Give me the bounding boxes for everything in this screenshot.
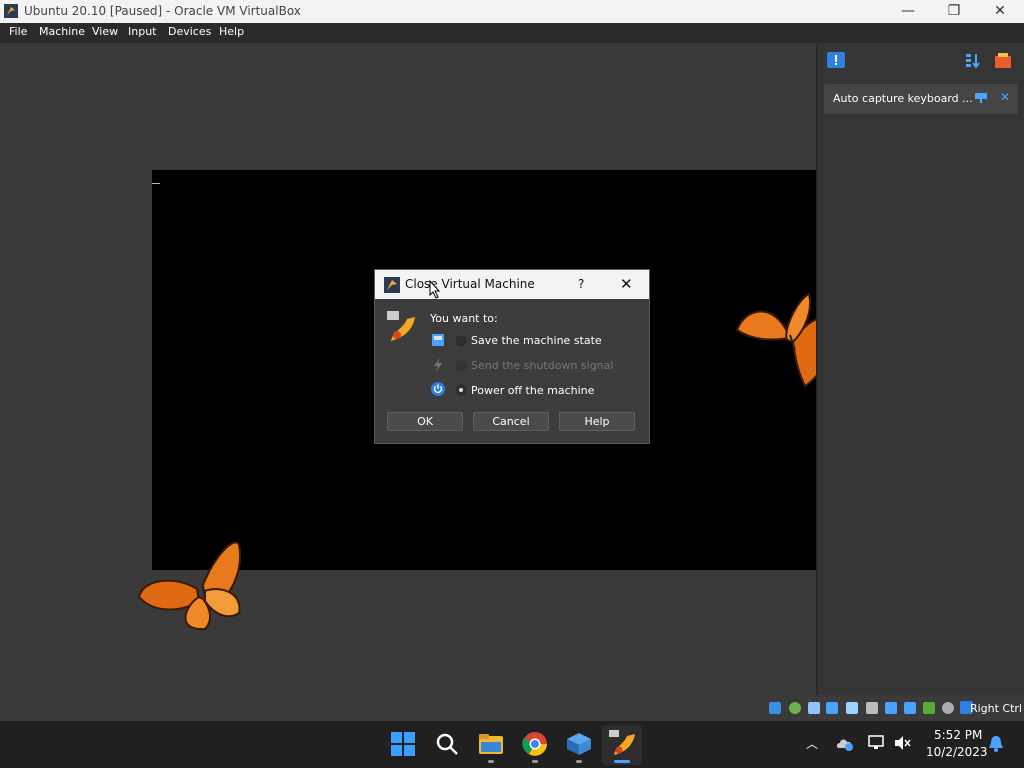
help-button[interactable]: Help [559, 412, 635, 431]
cancel-button[interactable]: Cancel [473, 412, 549, 431]
power-off-label[interactable]: Power off the machine [471, 384, 594, 397]
maximize-button[interactable]: ❐ [931, 0, 977, 23]
menu-view[interactable]: View [92, 25, 118, 38]
volume-muted-icon[interactable] [893, 735, 911, 751]
notification-bell-icon[interactable] [988, 735, 1004, 753]
cpu-icon[interactable] [923, 702, 935, 714]
menu-file[interactable]: File [9, 25, 27, 38]
tray-time[interactable]: 5:52 PM [934, 728, 982, 742]
shared-folders-icon[interactable] [866, 702, 878, 714]
text-cursor [152, 183, 160, 184]
save-state-radio[interactable] [454, 334, 468, 348]
window-titlebar: Ubuntu 20.10 [Paused] - Oracle VM Virtua… [0, 0, 1024, 23]
display-icon[interactable] [885, 702, 897, 714]
save-state-icon [432, 334, 444, 346]
running-indicator-3 [576, 760, 582, 763]
network-icon[interactable] [826, 702, 838, 714]
power-off-illustration-icon [387, 311, 415, 341]
file-explorer-icon[interactable] [477, 730, 505, 758]
windows-taskbar: ︿ 5:52 PM 10/2/2023 [0, 721, 1024, 768]
running-indicator [488, 760, 494, 763]
restore-icon: ❐ [947, 3, 961, 19]
running-indicator-2 [532, 760, 538, 763]
dialog-titlebar: Close Virtual Machine ? ✕ [375, 270, 649, 299]
vm-statusbar: Right Ctrl [760, 697, 1024, 721]
menu-devices[interactable]: Devices [168, 25, 211, 38]
virtualbox-app-icon [4, 4, 18, 18]
audio-icon[interactable] [808, 702, 820, 714]
hard-disk-icon[interactable] [769, 702, 781, 714]
close-button[interactable]: ✕ [977, 0, 1023, 23]
dialog-close-icon[interactable]: ✕ [620, 275, 633, 293]
search-icon[interactable] [433, 730, 461, 758]
dismiss-notification-icon[interactable]: ✕ [1000, 90, 1010, 104]
context-help-button[interactable]: ? [578, 277, 584, 291]
host-key-label: Right Ctrl [969, 702, 1022, 715]
mouse-integration-icon[interactable] [942, 702, 954, 714]
menu-help[interactable]: Help [219, 25, 244, 38]
pin-icon[interactable] [975, 93, 987, 103]
close-vm-dialog: Close Virtual Machine ? ✕ You want to: S… [374, 269, 650, 444]
virtualbox-icon [384, 277, 400, 293]
window-title: Ubuntu 20.10 [Paused] - Oracle VM Virtua… [24, 4, 301, 18]
notification-icon[interactable] [826, 51, 846, 71]
save-state-label[interactable]: Save the machine state [471, 334, 602, 347]
notification-message: Auto capture keyboard ... [833, 92, 973, 105]
shutdown-signal-radio [454, 359, 468, 373]
menubar: File Machine View Input Devices Help [0, 23, 1024, 43]
power-off-icon [431, 382, 445, 396]
power-off-radio[interactable] [454, 383, 468, 397]
notification-toolbar [818, 43, 1024, 77]
notification-card[interactable]: Auto capture keyboard ... ✕ [824, 84, 1018, 114]
sort-icon[interactable] [964, 52, 982, 70]
video-capture-icon[interactable] [904, 702, 916, 714]
virtualbox-vm-icon[interactable] [609, 730, 637, 758]
notification-center: Auto capture keyboard ... ✕ [816, 43, 1024, 695]
clear-notifications-icon[interactable] [994, 52, 1014, 70]
active-indicator [614, 760, 630, 763]
shutdown-signal-label: Send the shutdown signal [471, 359, 614, 372]
menu-machine[interactable]: Machine [39, 25, 85, 38]
optical-drive-icon[interactable] [789, 702, 801, 714]
minimize-icon: — [901, 3, 915, 19]
minimize-button[interactable]: — [885, 0, 931, 23]
shutdown-signal-icon [434, 358, 442, 372]
onedrive-icon[interactable] [836, 736, 854, 752]
dialog-title: Close Virtual Machine [405, 277, 535, 291]
dialog-prompt: You want to: [430, 312, 498, 325]
close-icon: ✕ [994, 3, 1006, 19]
start-icon[interactable] [389, 730, 417, 758]
mouse-pointer-icon [429, 280, 441, 299]
butterfly-image-2 [137, 541, 242, 631]
tray-date[interactable]: 10/2/2023 [926, 745, 988, 759]
network-tray-icon[interactable] [867, 735, 885, 751]
ok-button[interactable]: OK [387, 412, 463, 431]
menu-input[interactable]: Input [128, 25, 156, 38]
usb-icon[interactable] [846, 702, 858, 714]
virtualbox-manager-icon[interactable] [565, 730, 593, 758]
chevron-up-icon[interactable]: ︿ [806, 735, 818, 752]
chrome-icon[interactable] [521, 730, 549, 758]
